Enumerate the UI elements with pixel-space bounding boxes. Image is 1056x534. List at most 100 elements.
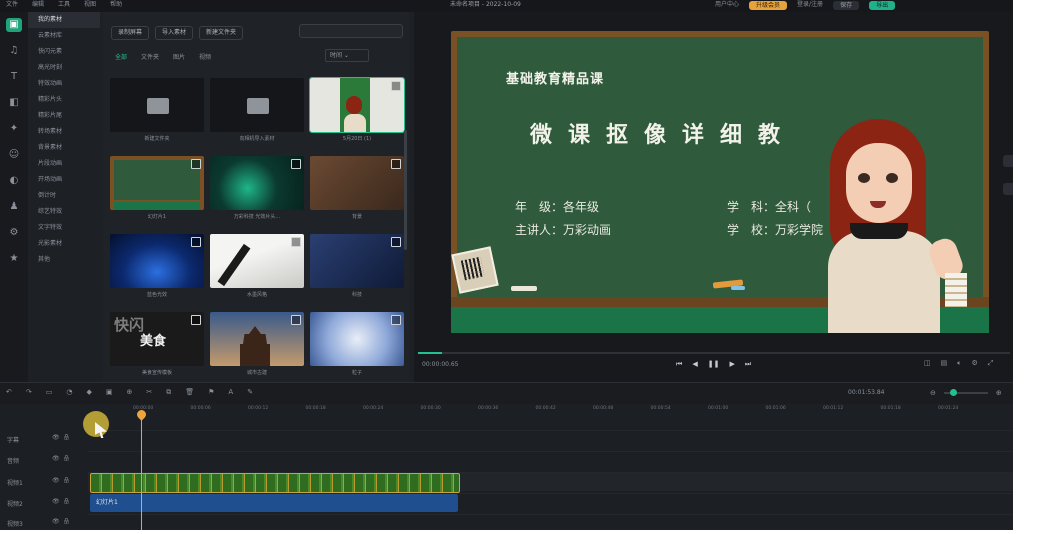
save-button[interactable]: 保存 [833,0,860,10]
split-icon[interactable]: ▭ [46,388,53,397]
upgrade-button[interactable]: 升级会员 [749,0,788,10]
image-clip[interactable]: 幻灯片1 [90,494,458,512]
login-link[interactable]: 登录/注册 [797,0,823,10]
ai-icon[interactable]: ♟ [6,200,22,214]
import-media-button[interactable]: 导入素材 [155,26,194,40]
snapshot-icon[interactable]: ◫ [924,359,931,368]
media-tile[interactable]: 万彩科技 光效片头... [210,156,304,220]
media-tile[interactable]: 向相机导入素材 [210,78,304,142]
category-item[interactable]: 光影素材 [28,236,100,252]
music-icon[interactable]: ♫ [6,44,22,58]
tab-all[interactable]: 全部 [115,52,127,61]
export-button[interactable]: 导出 [869,0,896,10]
tab-folder[interactable]: 文件夹 [141,52,159,61]
category-item[interactable]: 片段动画 [28,156,100,172]
star-icon[interactable]: ★ [6,252,22,266]
menu-tools[interactable]: 工具 [58,0,70,10]
volume-icon[interactable]: 🔈︎ [957,359,961,368]
speed-icon[interactable]: ◔ [66,388,72,397]
text-tool-icon[interactable]: A [228,388,233,397]
track-controls-icon[interactable]: 👁︎🔒︎ [52,498,73,505]
zoom-knob[interactable] [949,389,957,396]
media-tile[interactable]: 水墨风格 [210,234,304,298]
keyframe-icon[interactable]: ◆ [86,388,91,397]
sticker-icon[interactable]: ☺ [6,148,22,162]
category-item[interactable]: 文字特效 [28,220,100,236]
ratio-icon[interactable]: ▤ [941,359,948,368]
zoom-out-icon[interactable]: ⊖ [930,389,936,397]
category-item[interactable]: 精彩片头 [28,92,100,108]
category-item[interactable]: 高光时刻 [28,60,100,76]
track-lane[interactable] [88,430,1013,449]
category-item[interactable]: 转场素材 [28,124,100,140]
tab-image[interactable]: 图片 [173,52,185,61]
track-controls-icon[interactable]: 👁︎🔒︎ [52,518,73,525]
copy-icon[interactable]: ⧉ [166,388,171,397]
side-collapse-button[interactable] [1003,183,1013,195]
crop-icon[interactable]: ▣ [106,388,113,397]
pause-icon[interactable]: ❚❚ [708,360,720,369]
text-icon[interactable]: T [6,70,22,84]
media-tile[interactable]: 5月20日 (1) [309,77,405,142]
category-item[interactable]: 背景素材 [28,140,100,156]
category-item[interactable]: 特效动画 [28,76,100,92]
redo-icon[interactable]: ↷ [26,388,32,397]
menu-help[interactable]: 帮助 [110,0,122,10]
category-item[interactable]: 开场动画 [28,172,100,188]
presenter-avatar[interactable] [822,113,972,333]
settings-icon[interactable]: ⚙ [971,359,977,368]
category-item[interactable]: 综艺特效 [28,204,100,220]
playback-progress[interactable] [418,352,1010,354]
media-tile[interactable]: 背景 [310,156,404,220]
effect-icon[interactable]: ✦ [6,122,22,136]
menu-file[interactable]: 文件 [6,0,18,10]
media-tile[interactable]: 蓝色光效 [110,234,204,298]
track-controls-icon[interactable]: 👁︎🔒︎ [52,477,73,484]
undo-icon[interactable]: ↶ [6,388,12,397]
media-tile[interactable]: 幻灯片1 [110,156,204,220]
filter-icon[interactable]: ◐ [6,174,22,188]
category-item[interactable]: 我的素材 [28,12,100,28]
template-icon[interactable]: ⚙ [6,226,22,240]
marker-icon[interactable]: ⚑ [208,388,214,397]
media-tile[interactable]: 城市古建 [210,312,304,376]
track-lane[interactable] [88,514,1013,530]
new-folder-button[interactable]: 新建文件夹 [199,26,244,40]
media-icon[interactable]: ▣ [6,18,22,32]
fullscreen-icon[interactable]: ⤢ [988,359,994,368]
playhead[interactable] [135,408,148,530]
media-tile[interactable]: 科技 [310,234,404,298]
zoom-slider[interactable] [943,389,988,396]
record-screen-button[interactable]: 录制屏幕 [111,26,150,40]
side-expand-button[interactable] [1003,155,1013,167]
freeze-icon[interactable]: ⊕ [127,388,133,397]
record-icon[interactable]: ✎ [247,388,253,397]
category-item[interactable]: 云素材库 [28,28,100,44]
time-ruler[interactable]: 00:00:00 00:00:06 00:00:12 00:00:18 00:00:24… [88,404,1013,418]
skip-start-icon[interactable]: ⏮ [676,360,682,369]
user-center-link[interactable]: 用户中心 [715,0,739,10]
track-controls-icon[interactable]: 👁︎🔒︎ [52,434,73,441]
step-forward-icon[interactable]: ▶ [729,360,734,369]
media-tile[interactable]: 新建文件夹 [110,78,204,142]
menu-edit[interactable]: 编辑 [32,0,44,10]
cut-icon[interactable]: ✂ [146,388,152,397]
media-search-input[interactable] [299,24,403,38]
media-tile[interactable]: 粒子 [310,312,404,376]
category-item[interactable]: 倒计时 [28,188,100,204]
sort-dropdown[interactable]: 时间 ⌄ [325,49,369,62]
tab-video[interactable]: 视频 [199,52,211,61]
transition-icon[interactable]: ◧ [6,96,22,110]
media-tile[interactable]: 快闪 美食 美食宣传模板 [110,312,204,376]
track-controls-icon[interactable]: 👁︎🔒︎ [52,455,73,462]
menu-view[interactable]: 视图 [84,0,96,10]
media-scrollbar[interactable] [404,130,407,250]
category-item[interactable]: 精彩片尾 [28,108,100,124]
track-lane[interactable] [88,451,1013,470]
video-clip[interactable] [90,473,460,493]
skip-end-icon[interactable]: ⏭ [745,360,751,369]
delete-icon[interactable]: 🗑︎ [185,388,194,397]
step-back-icon[interactable]: ◀ [692,360,697,369]
category-item[interactable]: 其他 [28,252,100,268]
category-item[interactable]: 快闪元素 [28,44,100,60]
